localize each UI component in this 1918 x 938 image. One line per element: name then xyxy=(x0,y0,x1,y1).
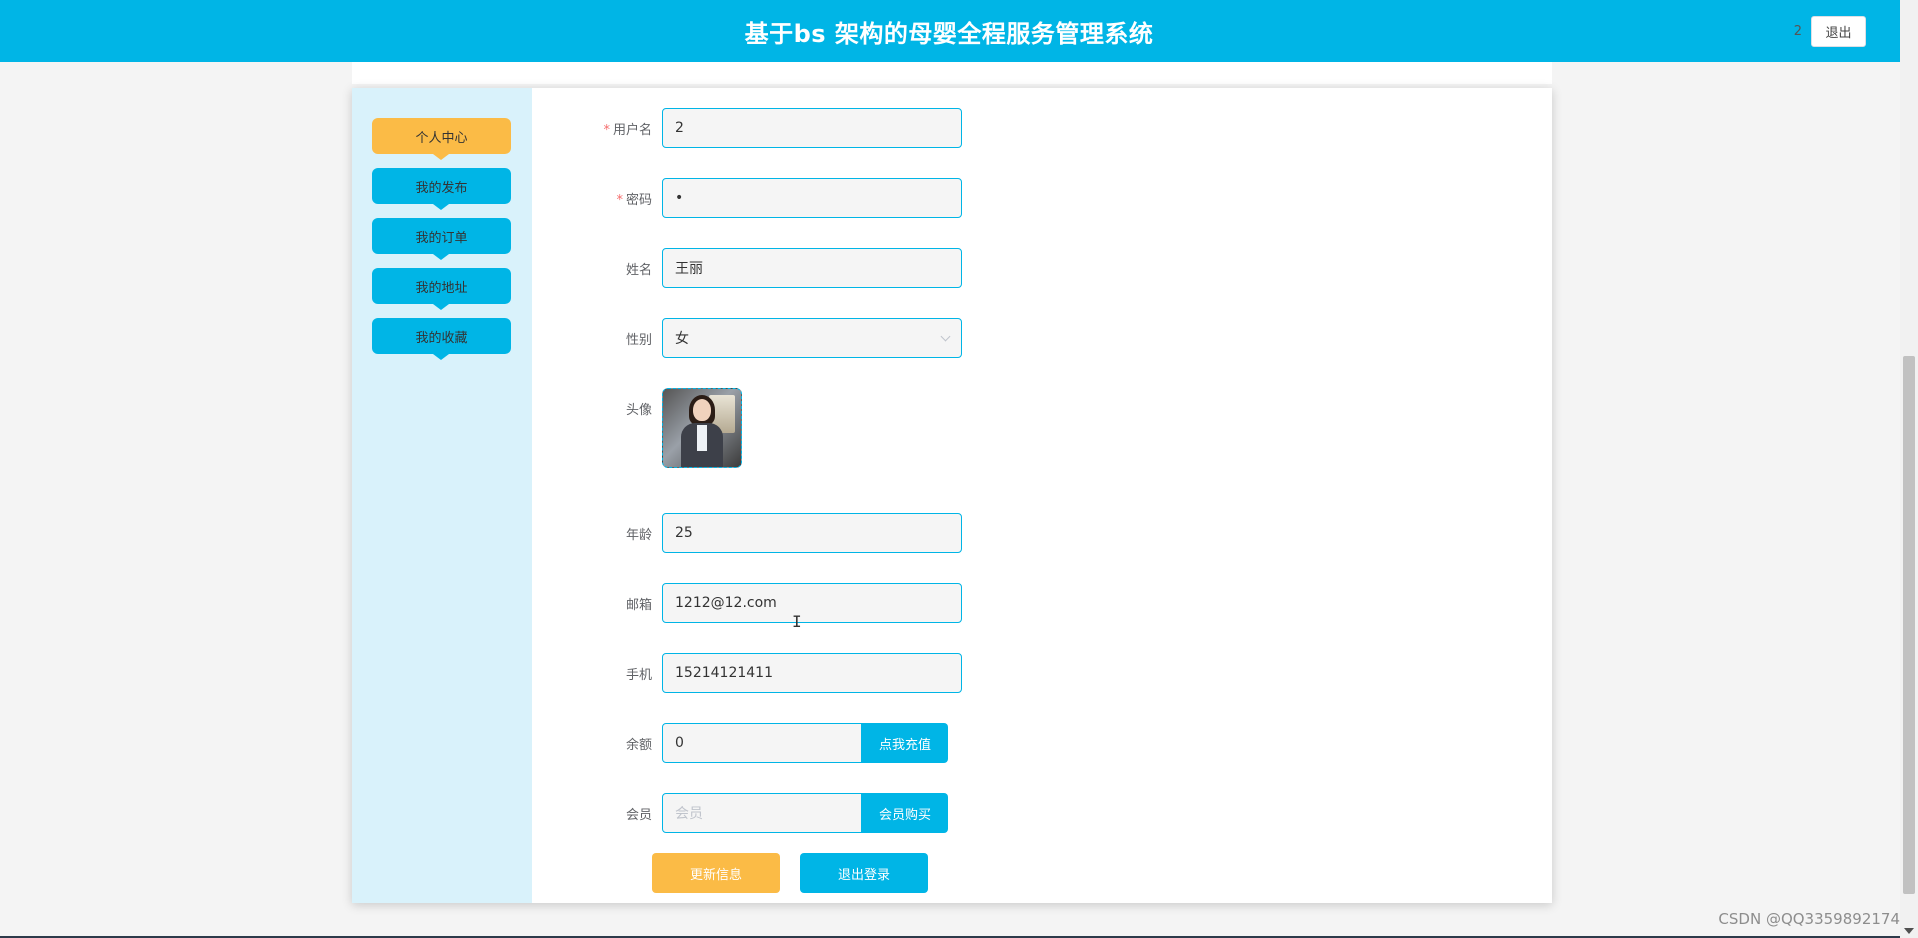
password-input[interactable]: • xyxy=(662,178,962,218)
current-username: 2 xyxy=(1793,24,1802,39)
avatar-label: 头像 xyxy=(625,402,652,418)
page-scrollbar[interactable] xyxy=(1900,0,1918,938)
watermark: CSDN @QQ3359892174 xyxy=(1718,910,1900,928)
age-label: 年龄 xyxy=(625,527,652,543)
password-row: * 密码 • xyxy=(352,178,1352,218)
username-label: * 用户名 xyxy=(352,119,652,138)
gender-select[interactable]: 女 xyxy=(662,318,962,358)
username-row: * 用户名 2 xyxy=(352,108,1352,148)
required-mark: * xyxy=(616,192,623,208)
password-label-text: 密码 xyxy=(625,192,652,208)
name-input[interactable]: 王丽 xyxy=(662,248,962,288)
balance-row: 余额 0 点我充值 xyxy=(352,723,1352,763)
avatar-shirt xyxy=(697,425,707,451)
phone-row: 手机 15214121411 xyxy=(352,653,1352,693)
chevron-down-icon xyxy=(940,331,951,342)
profile-card: 个人中心 我的发布 我的订单 我的地址 我的收藏 * 用户名 2 * 密码 • 姓名… xyxy=(352,88,1552,903)
username-label-text: 用户名 xyxy=(612,122,652,138)
member-label: 会员 xyxy=(625,807,652,823)
email-label: 邮箱 xyxy=(625,597,652,613)
member-input[interactable]: 会员 xyxy=(662,793,862,833)
age-row: 年龄 25 xyxy=(352,513,1352,553)
avatar-row: 头像 xyxy=(352,388,1352,428)
age-input[interactable]: 25 xyxy=(662,513,962,553)
text-cursor-icon: I xyxy=(792,612,802,631)
balance-label: 余额 xyxy=(625,737,652,753)
logout-button[interactable]: 退出登录 xyxy=(800,853,928,893)
required-mark: * xyxy=(603,122,610,138)
avatar-face xyxy=(693,399,711,421)
content-top-strip xyxy=(352,62,1552,84)
page-title: 基于bs 架构的母婴全程服务管理系统 xyxy=(744,19,1154,48)
scrollbar-thumb[interactable] xyxy=(1903,356,1915,894)
member-row: 会员 会员 会员购买 xyxy=(352,793,1352,833)
gender-label: 性别 xyxy=(625,332,652,348)
top-header: 基于bs 架构的母婴全程服务管理系统 2 退出 xyxy=(0,0,1900,62)
balance-input[interactable]: 0 xyxy=(662,723,862,763)
gender-select-value: 女 xyxy=(675,331,689,347)
buy-membership-button[interactable]: 会员购买 xyxy=(862,793,948,833)
header-logout-button[interactable]: 退出 xyxy=(1811,16,1866,47)
scroll-down-arrow-icon[interactable] xyxy=(1904,928,1914,934)
email-input[interactable]: 1212@12.com xyxy=(662,583,962,623)
username-input[interactable]: 2 xyxy=(662,108,962,148)
password-label: * 密码 xyxy=(352,189,652,208)
email-row: 邮箱 1212@12.com xyxy=(352,583,1352,623)
phone-label: 手机 xyxy=(625,667,652,683)
gender-row: 性别 女 xyxy=(352,318,1352,358)
name-row: 姓名 王丽 xyxy=(352,248,1352,288)
recharge-button[interactable]: 点我充值 xyxy=(862,723,948,763)
phone-input[interactable]: 15214121411 xyxy=(662,653,962,693)
avatar-upload[interactable] xyxy=(662,388,742,468)
update-info-button[interactable]: 更新信息 xyxy=(652,853,780,893)
name-label: 姓名 xyxy=(625,262,652,278)
